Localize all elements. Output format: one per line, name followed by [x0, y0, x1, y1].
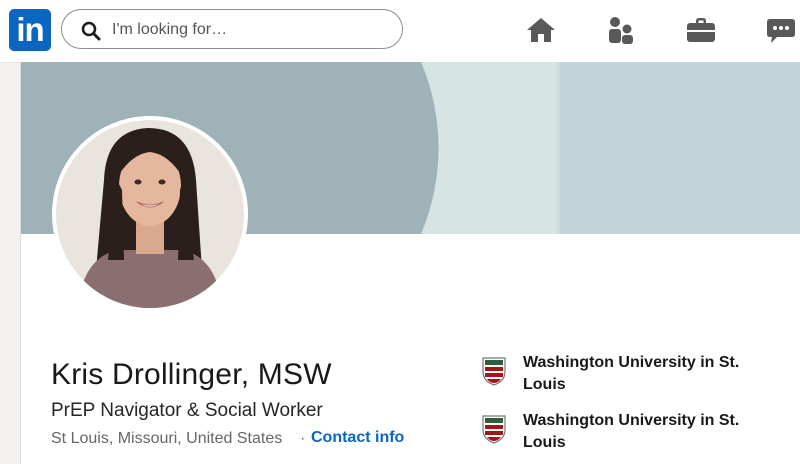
search-icon — [81, 21, 101, 41]
my-network-icon[interactable] — [606, 15, 636, 45]
university-crest-icon — [482, 357, 506, 386]
home-icon[interactable] — [525, 16, 557, 44]
search-input[interactable] — [110, 16, 394, 44]
logo-text: in — [16, 11, 44, 48]
education-school-name: Washington University in St. Louis — [523, 354, 740, 393]
profile-card: Kris Drollinger, MSW PrEP Navigator & So… — [20, 62, 800, 464]
profile-photo-image — [56, 120, 244, 308]
top-navigation-bar: in — [0, 0, 800, 63]
linkedin-logo[interactable]: in — [9, 9, 51, 51]
education-school-name: Washington University in St. Louis — [523, 412, 740, 451]
location-separator: · — [300, 430, 306, 447]
messaging-icon[interactable] — [766, 18, 796, 44]
search-bar[interactable] — [61, 9, 403, 49]
university-crest-icon — [482, 415, 506, 444]
profile-headline: PrEP Navigator & Social Worker — [51, 400, 323, 421]
profile-location: St Louis, Missouri, United States — [51, 430, 283, 447]
profile-photo[interactable] — [52, 116, 248, 312]
jobs-briefcase-icon[interactable] — [686, 17, 716, 43]
profile-name: Kris Drollinger, MSW — [51, 358, 332, 391]
contact-info-link[interactable]: Contact info — [311, 429, 404, 447]
